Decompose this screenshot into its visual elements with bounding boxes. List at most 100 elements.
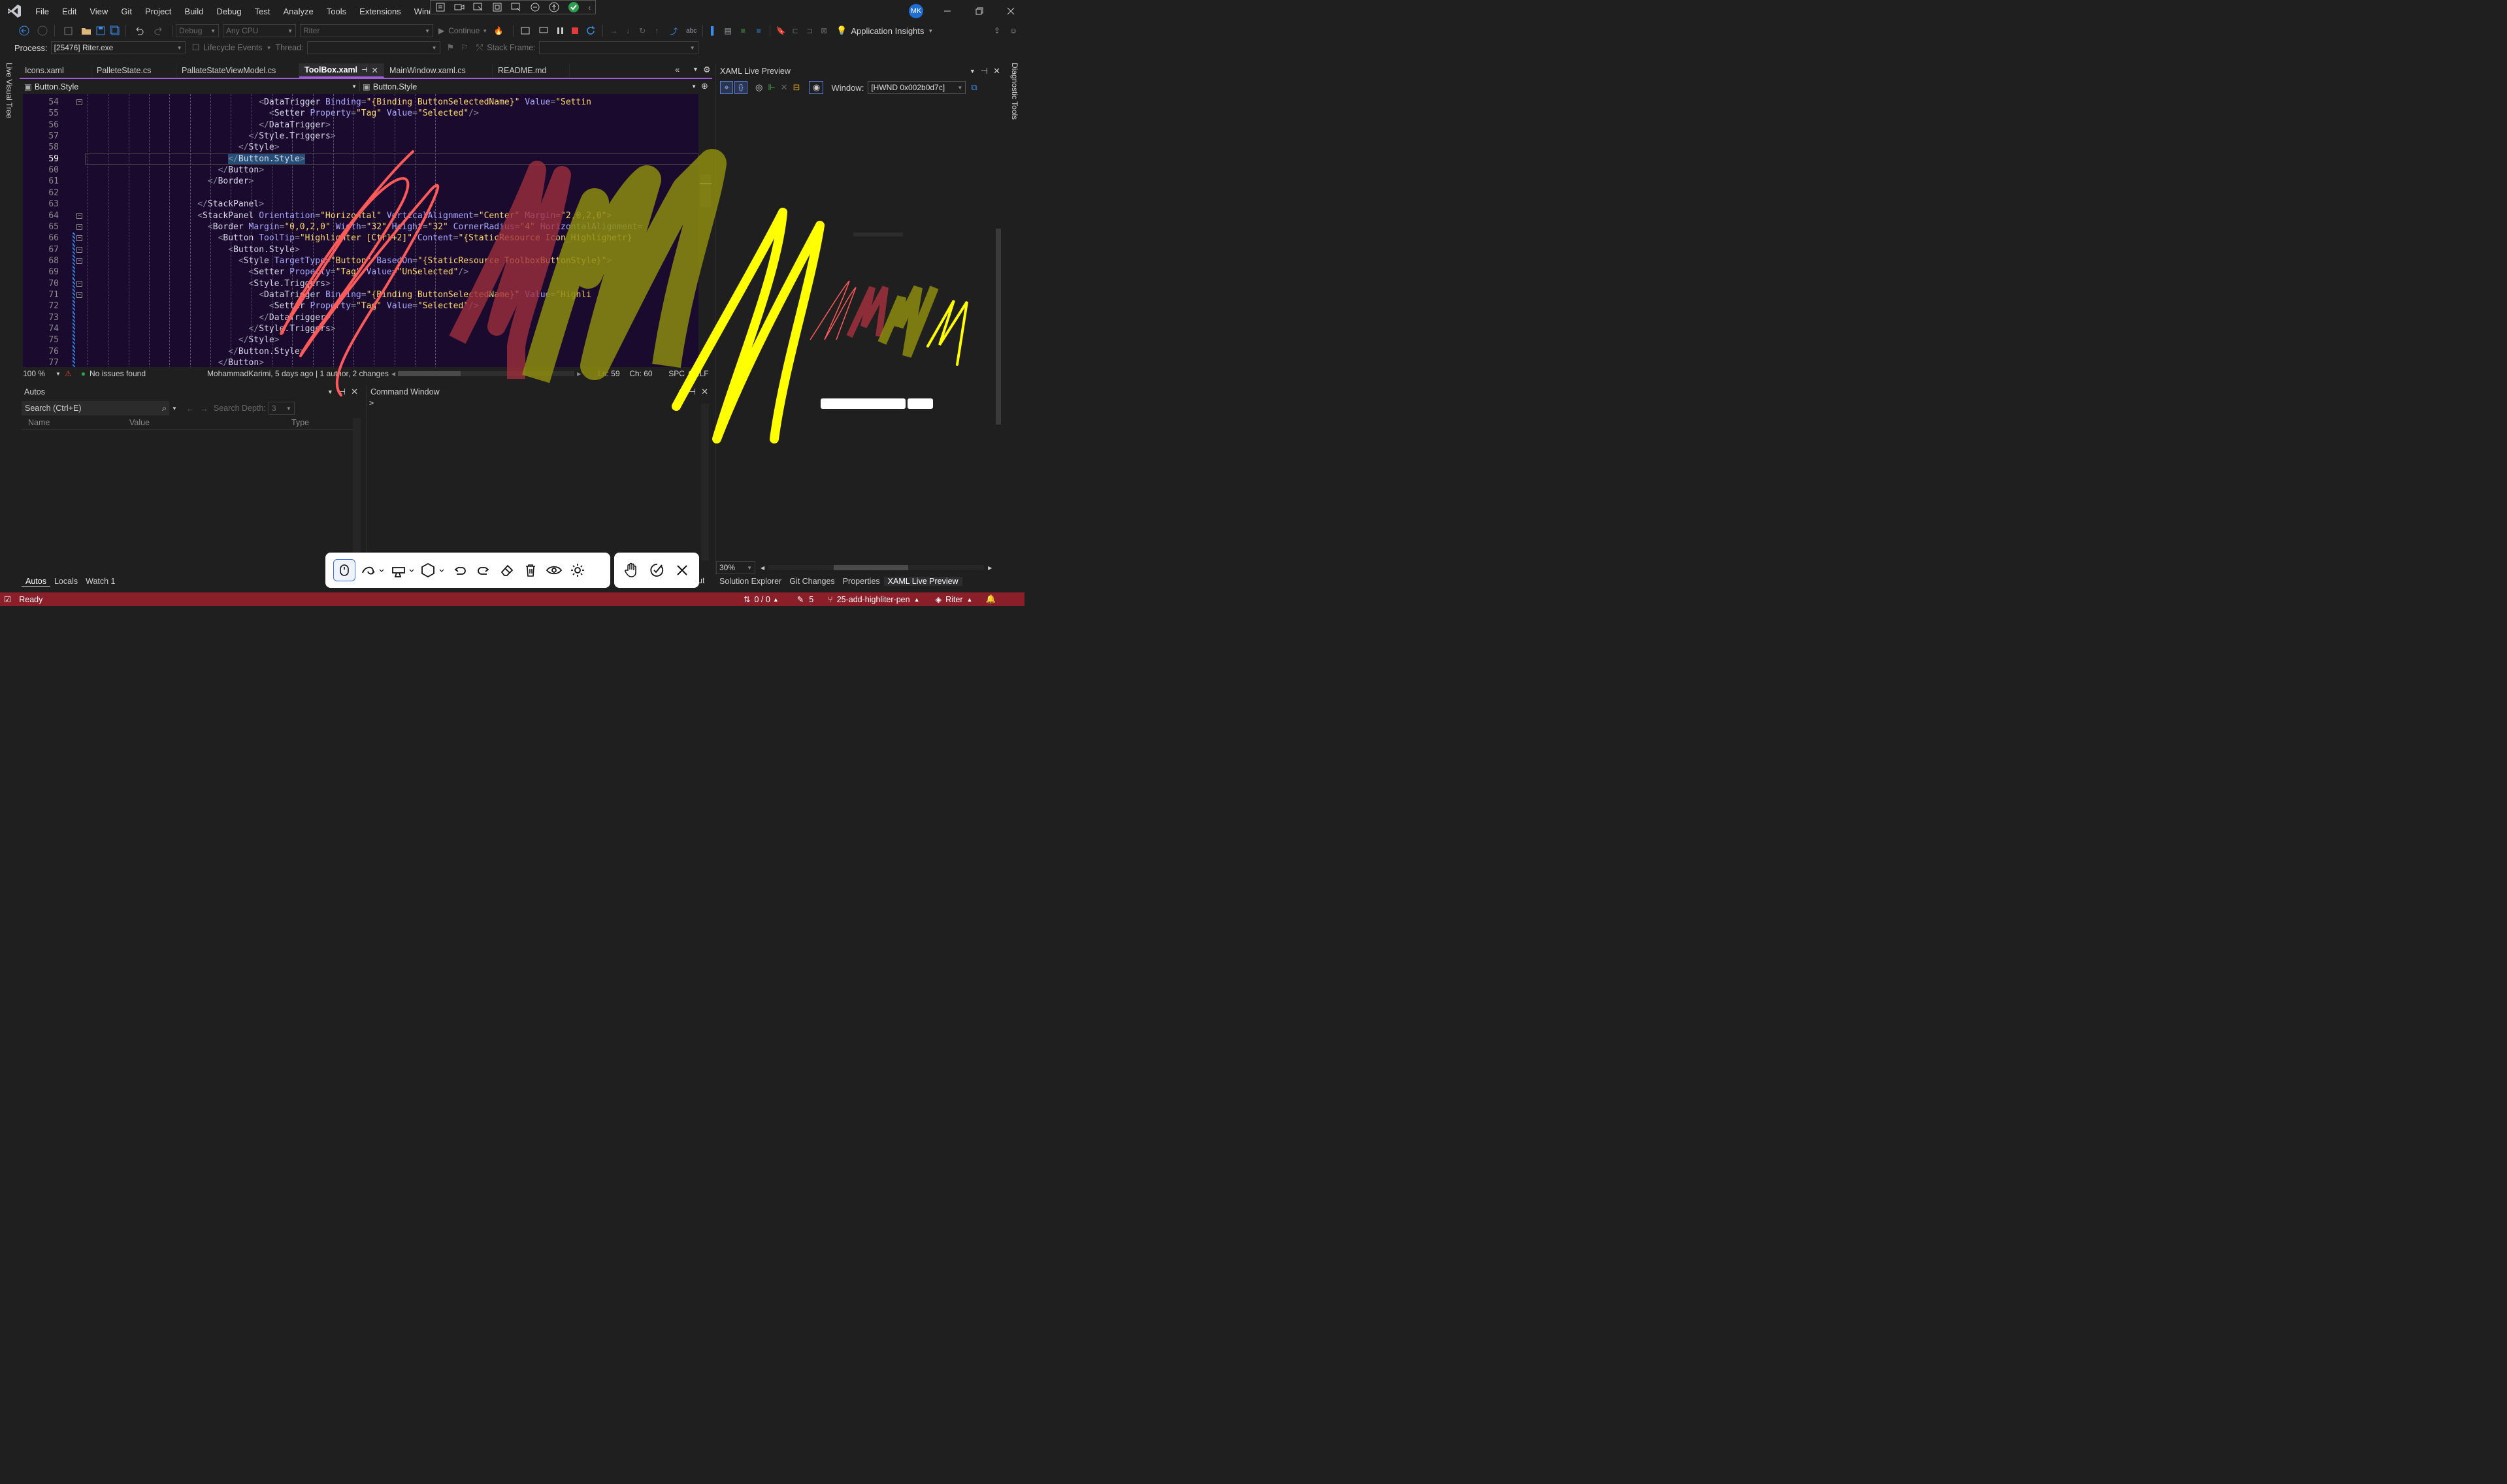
trash-button[interactable] — [519, 558, 542, 582]
open-folder-icon[interactable] — [79, 24, 93, 38]
startup-project-select[interactable]: Riter ▼ — [300, 24, 433, 37]
zoom-level[interactable]: 100 % — [22, 369, 56, 378]
tab-overflow-icon[interactable]: « — [675, 65, 680, 74]
repo-name[interactable]: Riter — [945, 595, 962, 604]
code-line[interactable]: 76 </Button.Style> — [23, 346, 698, 358]
code-line[interactable]: 74 </Style.Triggers> — [23, 323, 698, 335]
tab-toolbox-xaml[interactable]: ToolBox.xaml ⊣ ✕ — [299, 63, 384, 78]
select-in-app-icon[interactable]: ⌖ — [720, 81, 733, 94]
code-line[interactable]: 56 </DataTrigger> — [23, 120, 698, 131]
code-line[interactable]: 63 </StackPanel> — [23, 199, 698, 210]
cw-pin-icon[interactable]: ⊣ — [689, 387, 696, 397]
close-toolbar-button[interactable] — [670, 558, 694, 582]
code-line[interactable]: 73 </DataTrigger> — [23, 312, 698, 324]
nav-right-select[interactable]: ▣ Button.Style ▼ — [360, 82, 699, 91]
display-adorners-icon[interactable] — [492, 2, 502, 12]
menu-test[interactable]: Test — [248, 0, 277, 22]
app-insights-button[interactable]: 💡 Application Insights ▼ — [836, 24, 933, 38]
code-line[interactable]: 66 − <Button ToolTip="Highlighter [Ctrl+2]… — [23, 233, 698, 245]
ai-issues-icon[interactable]: ⚠ — [65, 369, 72, 378]
highlighter-tool-button[interactable] — [388, 558, 418, 582]
preview-vscrollbar[interactable] — [994, 98, 1002, 562]
tab-properties[interactable]: Properties — [839, 577, 884, 586]
autos-search-input[interactable]: Search (Ctrl+E) ⌕ — [22, 401, 169, 415]
xp-close-icon[interactable]: ✕ — [993, 66, 1000, 76]
tab-git-changes[interactable]: Git Changes — [785, 577, 838, 586]
pen-tool-button[interactable] — [358, 558, 388, 582]
cw-close-icon[interactable]: ✕ — [701, 387, 708, 397]
hscroll-left-icon[interactable]: ◀ — [391, 371, 395, 377]
close-panel-icon[interactable]: ✕ — [351, 387, 358, 397]
stack-frame-select[interactable]: ▼ — [538, 41, 698, 54]
xp-menu-icon[interactable]: ▼ — [970, 68, 975, 74]
search-forward-icon[interactable]: → — [200, 404, 208, 413]
restart-icon[interactable] — [582, 24, 599, 38]
col-name[interactable]: Name — [22, 418, 129, 427]
tab-solution-explorer[interactable]: Solution Explorer — [715, 577, 785, 586]
feedback-icon[interactable]: ☺ — [1007, 24, 1020, 38]
code-line[interactable]: 58 </Style> — [23, 142, 698, 153]
code-line[interactable]: 64 − <StackPanel Orientation="Horizontal" … — [23, 210, 698, 221]
preview-zoom-select[interactable]: 30% ▼ — [716, 561, 755, 574]
next-bookmark-icon[interactable]: ⊐ — [802, 24, 817, 38]
panel-menu-icon[interactable]: ▼ — [327, 389, 333, 395]
window-select[interactable]: [HWND 0x002b0d7c] ▼ — [868, 81, 966, 94]
binding-failures-icon[interactable] — [530, 2, 540, 12]
code-line[interactable]: 72 <Setter Property="Tag" Value="Selected… — [23, 300, 698, 313]
live-visual-tree-side-tab[interactable]: Live Visual Tree — [4, 63, 16, 121]
diagnostics-icon[interactable]: ⤴ — [664, 24, 683, 38]
fold-toggle-icon[interactable]: − — [76, 280, 82, 287]
save-icon[interactable] — [93, 24, 108, 38]
release-button[interactable] — [645, 558, 668, 582]
menu-git[interactable]: Git — [114, 0, 139, 22]
device-icon[interactable] — [534, 24, 553, 38]
code-line[interactable]: 55 <Setter Property="Tag" Value="Selected… — [23, 108, 698, 119]
scroll-thumb[interactable] — [700, 174, 711, 207]
restore-button[interactable] — [972, 5, 985, 18]
step-into-icon[interactable]: ↓ — [621, 24, 635, 38]
preview-hscrollbar[interactable] — [768, 565, 985, 570]
sync-icon[interactable]: ⇅ — [744, 594, 750, 604]
menu-view[interactable]: View — [83, 0, 114, 22]
fold-toggle-icon[interactable]: − — [76, 223, 82, 230]
back-icon[interactable] — [14, 24, 34, 38]
fold-toggle-icon[interactable]: − — [76, 246, 82, 253]
filter-icon[interactable]: ⚐ — [461, 42, 468, 53]
split-editor-icon[interactable]: ⊕ — [701, 81, 708, 91]
hand-pan-button[interactable] — [619, 558, 643, 582]
column-number[interactable]: Ch: 60 — [629, 369, 668, 378]
video-icon[interactable] — [454, 2, 465, 12]
code-line[interactable]: 59 </Button.Style> — [23, 153, 698, 165]
preview-canvas[interactable] — [716, 98, 993, 562]
sync-count[interactable]: 0 / 0 — [754, 595, 770, 604]
user-avatar[interactable]: MK — [909, 4, 923, 18]
close-window-button[interactable] — [1004, 5, 1017, 18]
tab-watch1[interactable]: Watch 1 — [82, 577, 119, 586]
command-window[interactable]: Command Window ▼ ⊣ ✕ > — [366, 385, 712, 563]
tab-dropdown-icon[interactable]: ▼ — [693, 66, 698, 73]
editor-vscrollbar[interactable] — [698, 94, 713, 368]
hscroll-right-icon[interactable]: ▶ — [577, 371, 581, 377]
undo-ink-button[interactable] — [448, 558, 472, 582]
process-select[interactable]: [25476] Riter.exe ▼ — [50, 41, 186, 54]
lifecycle-events[interactable]: Lifecycle Events — [203, 43, 262, 52]
pencil-icon[interactable]: ✎ — [797, 594, 804, 604]
shape-tool-button[interactable] — [418, 558, 448, 582]
platform-select[interactable]: Any CPU ▼ — [223, 24, 296, 37]
pin-panel-icon[interactable]: ⊣ — [338, 387, 346, 397]
hot-reload-icon[interactable]: 🔥 — [487, 24, 510, 38]
tab-icons-xaml[interactable]: Icons.xaml — [20, 63, 91, 78]
menu-file[interactable]: File — [29, 0, 56, 22]
line-ending[interactable]: CRLF — [688, 369, 708, 378]
spell-check-icon[interactable]: abc — [683, 24, 699, 38]
edits-count[interactable]: 5 — [809, 595, 813, 604]
binding-icon[interactable]: {} — [734, 81, 747, 94]
adorner-icon[interactable]: ⊟ — [793, 82, 800, 93]
tab-mainwindow-xaml-cs[interactable]: MainWindow.xaml.cs — [384, 63, 493, 78]
popout-icon[interactable]: ⧉ — [971, 82, 977, 93]
tab-locals[interactable]: Locals — [50, 577, 82, 586]
solution-config-select[interactable]: Debug ▼ — [176, 24, 219, 37]
line-number[interactable]: Ln: 59 — [598, 369, 629, 378]
command-prompt[interactable]: > — [367, 398, 712, 408]
break-all-icon[interactable] — [553, 24, 568, 38]
